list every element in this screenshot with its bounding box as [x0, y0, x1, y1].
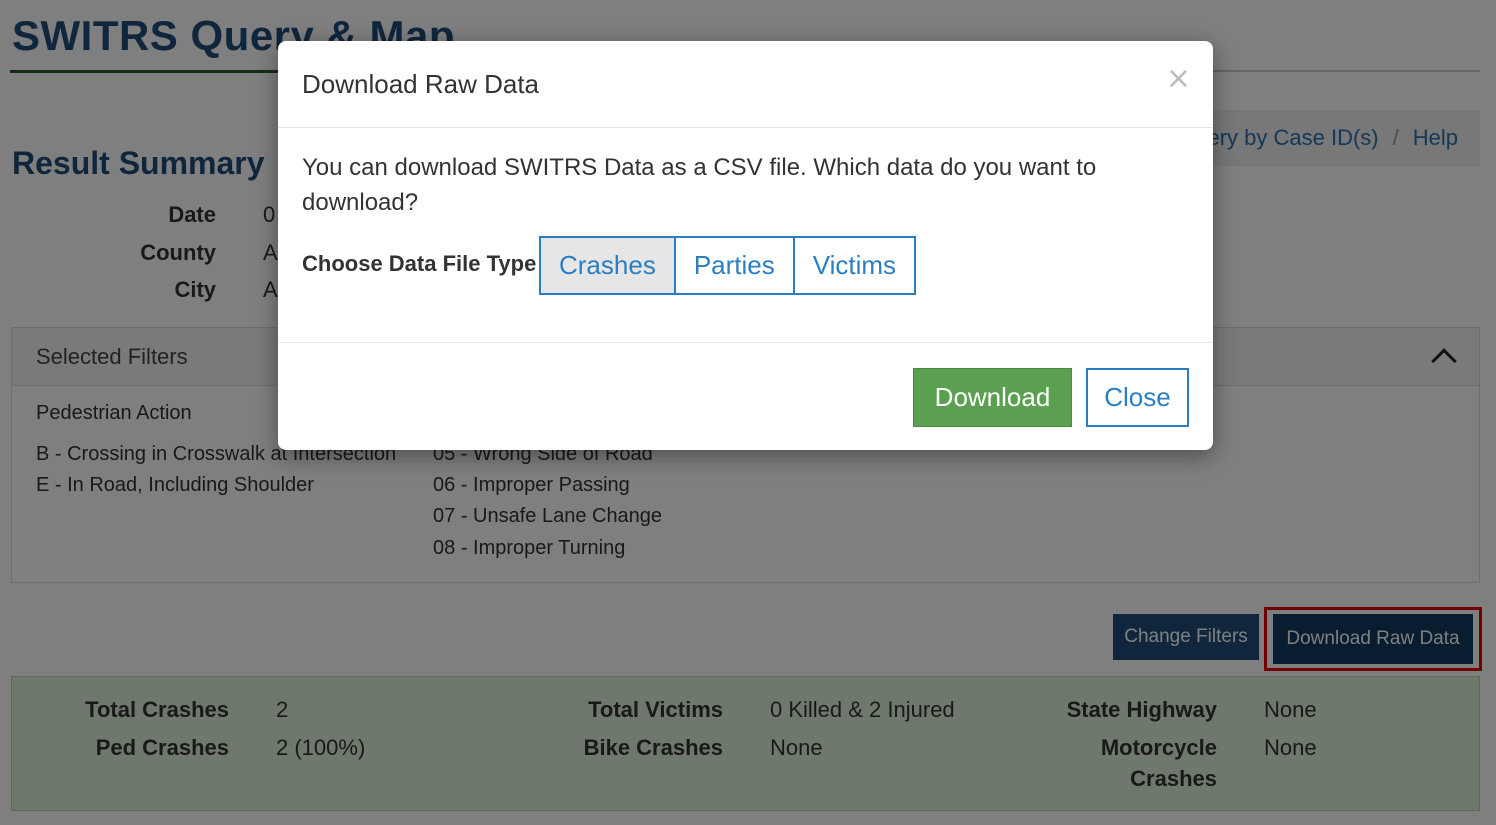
file-type-crashes-button[interactable]: Crashes — [539, 236, 676, 295]
file-type-victims-button[interactable]: Victims — [792, 236, 917, 295]
file-type-selector: Crashes Parties Victims — [539, 236, 917, 295]
modal-description: You can download SWITRS Data as a CSV fi… — [302, 154, 1097, 216]
modal-title: Download Raw Data — [302, 69, 540, 99]
close-button[interactable]: Close — [1086, 368, 1189, 427]
download-button[interactable]: Download — [913, 368, 1072, 427]
download-raw-data-modal: Download Raw Data × You can download SWI… — [278, 41, 1213, 450]
choose-file-type-label: Choose Data File Type — [302, 251, 537, 276]
modal-footer: Download Close — [278, 343, 1213, 449]
modal-header: Download Raw Data × — [278, 41, 1213, 128]
close-icon[interactable]: × — [1166, 61, 1191, 96]
file-type-parties-button[interactable]: Parties — [673, 236, 795, 295]
modal-body: You can download SWITRS Data as a CSV fi… — [278, 128, 1213, 343]
